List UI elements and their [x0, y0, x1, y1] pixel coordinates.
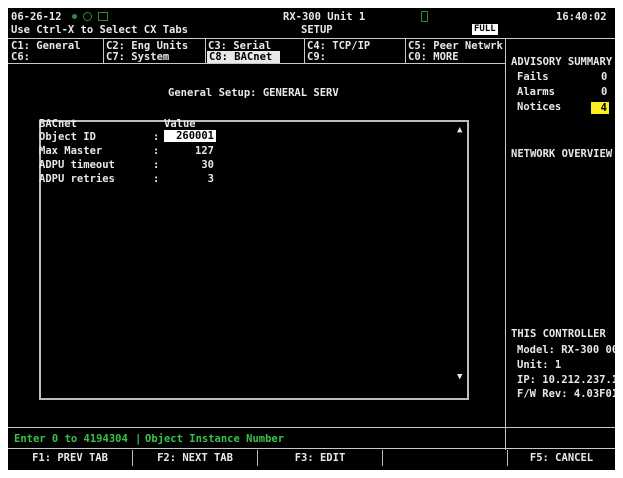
column-header-name: BACnet	[39, 118, 77, 130]
phone-icon	[421, 11, 428, 22]
adpu-timeout-value[interactable]: 30	[164, 159, 214, 171]
f1-prev-tab-button[interactable]: F1: PREV TAB	[8, 448, 132, 468]
alarms-label: Alarms	[517, 86, 555, 98]
status-box-icon	[98, 12, 108, 21]
fails-count: 0	[601, 71, 608, 83]
object-id-field[interactable]: 260001	[164, 130, 216, 142]
tab-separator	[304, 38, 305, 64]
fails-label: Fails	[517, 71, 549, 83]
tab-separator	[405, 38, 406, 64]
tab-c8-bacnet[interactable]: C8: BACnet	[207, 51, 280, 63]
row-separator: :	[153, 145, 160, 157]
controller-model: Model: RX-300 00	[517, 344, 615, 356]
tab-c9[interactable]: C9:	[307, 51, 403, 63]
tab-separator	[103, 38, 104, 64]
tab-c0-more[interactable]: C0: MORE	[408, 51, 504, 63]
status-circle-icon	[83, 12, 92, 21]
tab-c6[interactable]: C6:	[11, 51, 101, 63]
input-range-hint: Enter 0 to 4194304	[14, 433, 128, 445]
network-overview-link[interactable]: NETWORK OVERVIEW	[511, 148, 612, 160]
row-separator: :	[153, 159, 160, 171]
tab-c7-system[interactable]: C7: System	[106, 51, 203, 63]
controller-firmware: F/W Rev: 4.03F01	[517, 388, 615, 400]
notices-count[interactable]: 4	[591, 102, 609, 114]
scroll-down-icon[interactable]: ▼	[457, 372, 462, 382]
max-master-value[interactable]: 127	[164, 145, 214, 157]
section-title: General Setup: GENERAL SERV	[168, 87, 339, 99]
status-dot-icon	[72, 14, 77, 19]
row-label: Max Master	[39, 145, 103, 157]
alarms-count: 0	[601, 86, 608, 98]
function-key-bar: F1: PREV TAB F2: NEXT TAB F3: EDIT F5: C…	[8, 448, 615, 468]
tab-divider-bottom	[8, 63, 505, 64]
row-label: Object ID	[39, 131, 96, 143]
column-header-value: Value	[164, 118, 196, 130]
tab-divider-top	[8, 38, 615, 39]
status-divider	[8, 427, 615, 428]
row-separator: :	[153, 131, 160, 143]
this-controller-title: THIS CONTROLLER	[511, 328, 606, 340]
tab-separator	[205, 38, 206, 64]
unit-title: RX-300 Unit 1	[283, 11, 366, 23]
sidebar-separator	[505, 38, 506, 450]
status-separator: |	[135, 433, 142, 445]
f5-cancel-button[interactable]: F5: CANCEL	[508, 448, 615, 468]
controller-unit: Unit: 1	[517, 359, 562, 371]
notices-label: Notices	[517, 101, 562, 113]
controller-ip: IP: 10.212.237.14	[517, 374, 615, 386]
clock-display: 16:40:02	[556, 11, 607, 23]
row-label: ADPU retries	[39, 173, 115, 185]
f2-next-tab-button[interactable]: F2: NEXT TAB	[133, 448, 257, 468]
field-description: Object Instance Number	[145, 433, 285, 445]
row-label: ADPU timeout	[39, 159, 115, 171]
terminal-screen: 06-26-12 RX-300 Unit 1 16:40:02 Use Ctrl…	[8, 8, 615, 470]
advisory-summary-title: ADVISORY SUMMARY	[511, 56, 613, 68]
adpu-retries-value[interactable]: 3	[164, 173, 214, 185]
date-display: 06-26-12	[11, 11, 62, 23]
f4-button[interactable]	[383, 448, 507, 468]
scroll-up-icon[interactable]: ▲	[457, 125, 462, 135]
ctrl-x-hint: Use Ctrl-X to Select CX Tabs	[11, 24, 189, 36]
f3-edit-button[interactable]: F3: EDIT	[258, 448, 382, 468]
mode-label: SETUP	[301, 24, 333, 36]
row-separator: :	[153, 173, 160, 185]
full-badge: FULL	[472, 24, 498, 35]
